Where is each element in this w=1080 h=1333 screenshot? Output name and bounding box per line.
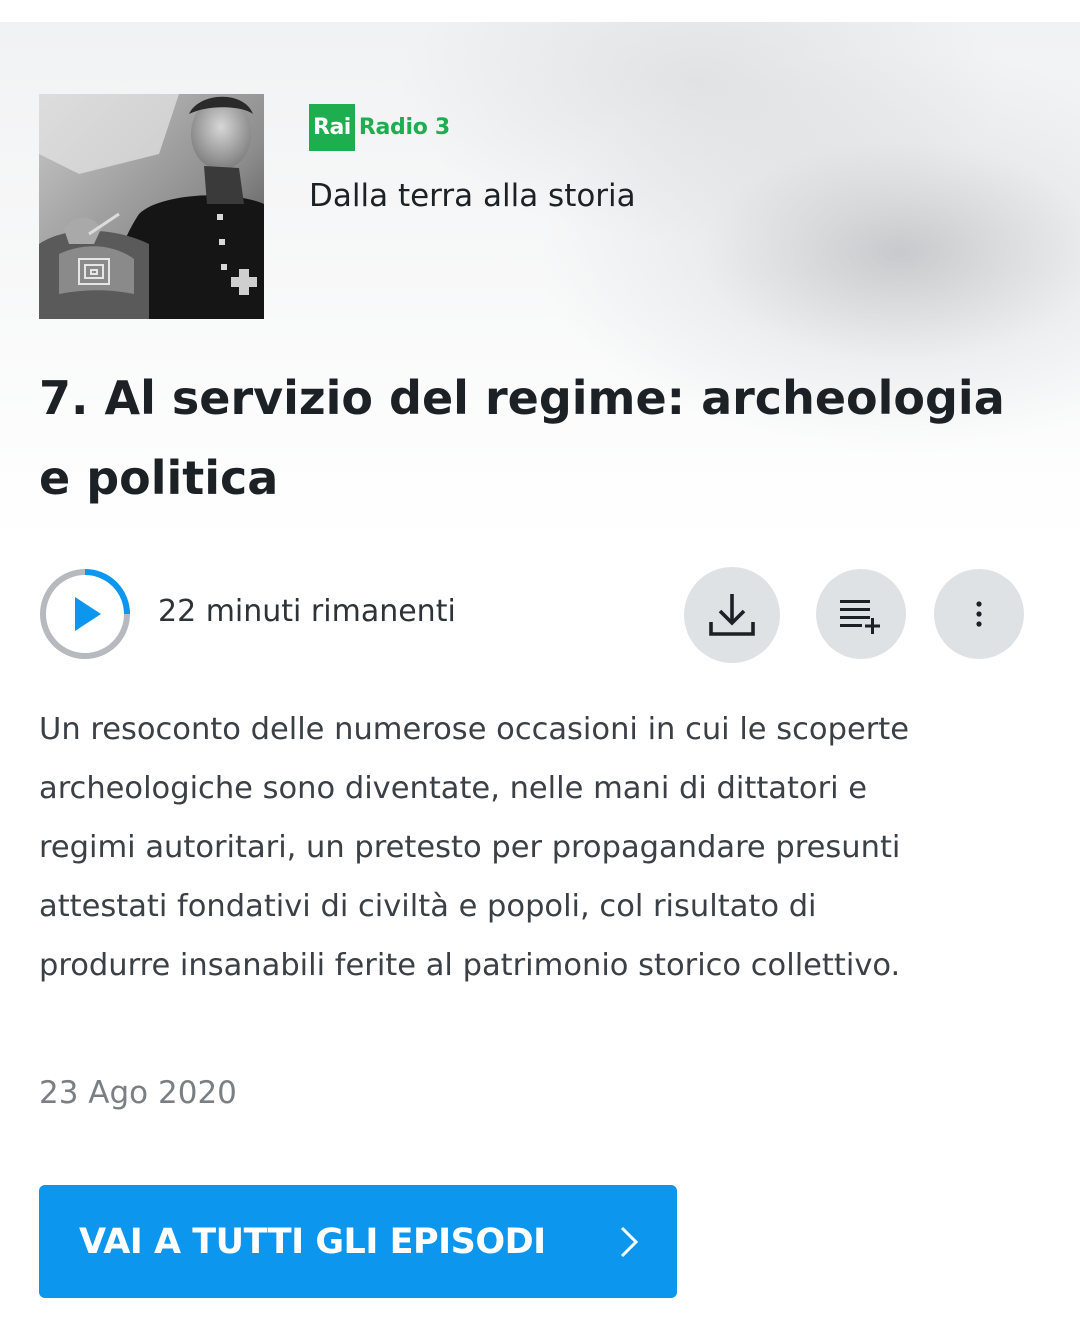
more-options-button[interactable]: [934, 569, 1024, 659]
download-button[interactable]: [684, 567, 780, 663]
add-to-queue-button[interactable]: [816, 569, 906, 659]
add-to-queue-icon: [840, 600, 880, 634]
play-button[interactable]: [39, 568, 131, 660]
show-title[interactable]: Dalla terra alla storia: [309, 178, 636, 214]
podcast-cover-image: [39, 94, 264, 319]
episode-date: 23 Ago 2020: [39, 1075, 237, 1111]
time-remaining: 22 minuti rimanenti: [158, 594, 456, 629]
more-vertical-icon: [976, 601, 982, 627]
brand-logo-box: Rai: [309, 104, 355, 151]
all-episodes-label: VAI A TUTTI GLI EPISODI: [79, 1221, 546, 1262]
all-episodes-button[interactable]: VAI A TUTTI GLI EPISODI: [39, 1185, 677, 1298]
episode-title: 7. Al servizio del regime: archeologia e…: [39, 371, 1005, 505]
top-band: [0, 0, 1080, 22]
download-icon: [709, 594, 755, 636]
episode-page: Rai Radio 3 Dalla terra alla storia 7. A…: [0, 0, 1080, 1333]
play-icon: [40, 569, 130, 659]
episode-description: Un resoconto delle numerose occasioni in…: [39, 712, 909, 983]
brand-logo-name: Radio 3: [358, 115, 450, 140]
chevron-right-icon: [619, 1225, 639, 1259]
cover-photo-icon: [39, 94, 264, 319]
brand-logo: Rai Radio 3: [309, 104, 450, 151]
